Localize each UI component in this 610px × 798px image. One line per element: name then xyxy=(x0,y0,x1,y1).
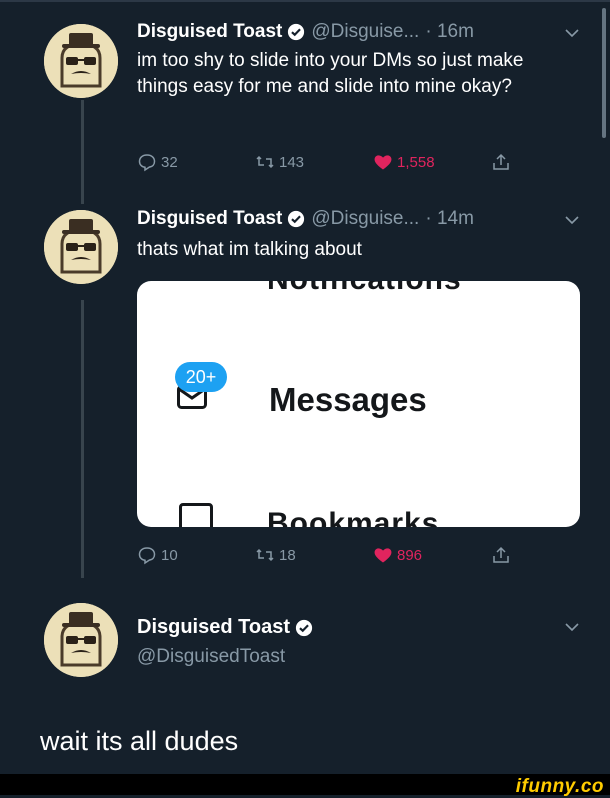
display-name[interactable]: Disguised Toast xyxy=(137,616,290,639)
like-count: 1,558 xyxy=(397,153,435,171)
chevron-down-icon[interactable] xyxy=(564,28,580,38)
retweet-icon xyxy=(256,548,274,562)
reply-button[interactable]: 32 xyxy=(137,150,178,174)
chevron-down-icon[interactable] xyxy=(564,215,580,225)
retweet-count: 143 xyxy=(279,153,305,171)
retweet-button[interactable]: 143 xyxy=(255,150,304,174)
bookmark-icon xyxy=(179,503,213,527)
toast-avatar-icon xyxy=(44,210,118,284)
reply-count: 10 xyxy=(161,546,178,564)
retweet-icon xyxy=(256,155,274,169)
reply-count: 32 xyxy=(161,153,178,171)
like-count: 896 xyxy=(397,546,423,564)
user-handle[interactable]: @DisguisedToast xyxy=(137,646,285,668)
watermark-bar: ifunny.co xyxy=(0,774,610,797)
share-icon xyxy=(493,153,509,170)
heart-icon xyxy=(374,155,392,170)
chevron-down-icon[interactable] xyxy=(564,622,580,632)
tweet-actions: 32 143 1,558 xyxy=(137,150,517,174)
share-icon xyxy=(493,546,509,563)
retweet-button[interactable]: 18 xyxy=(255,543,296,567)
toast-avatar-icon xyxy=(44,24,118,98)
user-handle[interactable]: @Disguise... xyxy=(311,20,419,44)
messages-label: Messages xyxy=(269,381,427,418)
display-name[interactable]: Disguised Toast xyxy=(137,20,282,44)
thread-line xyxy=(81,300,84,578)
tweet-image[interactable]: Notifications 20+ Messages Bookmarks xyxy=(137,281,580,527)
tweet-text: im too shy to slide into your DMs so jus… xyxy=(137,50,524,97)
user-handle[interactable]: @Disguise... xyxy=(311,207,419,231)
verified-icon xyxy=(287,23,305,41)
tweet-actions: 10 18 896 xyxy=(137,543,517,567)
share-button[interactable] xyxy=(491,543,515,567)
verified-icon xyxy=(287,210,305,228)
tweet-header: Disguised Toast @Disguise... · 16m xyxy=(137,20,474,44)
reply-display-name-row: Disguised Toast xyxy=(137,616,319,639)
notifications-label: Notifications xyxy=(267,281,462,297)
like-button[interactable]: 896 xyxy=(373,543,422,567)
top-divider xyxy=(0,0,610,2)
unread-badge: 20+ xyxy=(175,362,227,392)
display-name[interactable]: Disguised Toast xyxy=(137,207,282,231)
timestamp[interactable]: · 16m xyxy=(425,20,474,44)
reply-button[interactable]: 10 xyxy=(137,543,178,567)
reply-icon xyxy=(138,154,156,172)
heart-icon xyxy=(374,548,392,563)
reply-icon xyxy=(138,547,156,565)
tweet-text: thats what im talking about xyxy=(137,239,362,260)
share-button[interactable] xyxy=(491,150,515,174)
tweet-text: wait its all dudes xyxy=(40,726,239,756)
avatar[interactable] xyxy=(44,210,118,284)
timestamp[interactable]: · 14m xyxy=(425,207,474,231)
avatar[interactable] xyxy=(44,603,118,677)
toast-avatar-icon xyxy=(44,603,118,677)
verified-icon xyxy=(295,619,313,637)
tweet-header: Disguised Toast @Disguise... · 14m xyxy=(137,207,474,231)
avatar[interactable] xyxy=(44,24,118,98)
like-button[interactable]: 1,558 xyxy=(373,150,435,174)
bookmarks-label: Bookmarks xyxy=(267,507,440,527)
retweet-count: 18 xyxy=(279,546,296,564)
thread-line xyxy=(81,100,84,204)
scrollbar[interactable] xyxy=(602,8,606,138)
